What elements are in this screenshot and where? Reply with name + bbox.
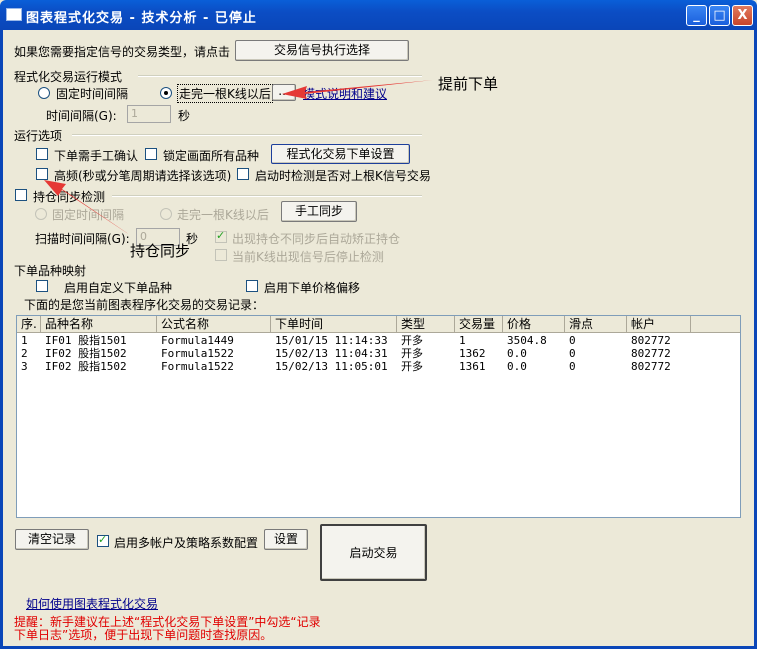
start-trading-button[interactable]: 启动交易: [320, 524, 427, 581]
signal-prompt: 如果您需要指定信号的交易类型，请点击: [14, 45, 231, 59]
signal-select-button[interactable]: 交易信号执行选择: [235, 40, 409, 61]
cell-price: 0.0: [507, 347, 527, 360]
cell-symbol: IF02 股指1502: [45, 360, 127, 373]
multi-account-settings-button[interactable]: 设置: [264, 529, 308, 550]
title-bar[interactable]: 图表程式化交易 - 技术分析 - 已停止 _ □ X: [0, 0, 757, 30]
col-header-volume[interactable]: 交易量: [455, 316, 503, 333]
price-offset-checkbox[interactable]: [246, 280, 258, 292]
mode-fixed-label: 固定时间间隔: [56, 87, 129, 101]
maximize-button[interactable]: □: [709, 5, 730, 26]
stop-check-checkbox[interactable]: [215, 249, 227, 261]
interval-label: 时间间隔(G):: [46, 109, 117, 123]
cell-slippage: 0: [569, 360, 576, 373]
col-header-index[interactable]: 序.: [17, 316, 41, 333]
cell-slippage: 0: [569, 347, 576, 360]
col-header-empty: [691, 316, 740, 333]
advance-order-annotation: 提前下单: [438, 75, 499, 93]
sync-fixed-radio[interactable]: [35, 208, 47, 220]
options-header: 运行选项: [14, 129, 63, 143]
manual-confirm-label: 下单需手工确认: [54, 149, 139, 163]
manual-confirm-checkbox[interactable]: [36, 148, 48, 160]
manual-sync-button[interactable]: 手工同步: [281, 201, 357, 222]
cell-symbol: IF01 股指1501: [45, 334, 127, 347]
cell-volume: 1: [459, 334, 466, 347]
cell-index: 3: [21, 360, 28, 373]
cell-type: 开多: [401, 347, 423, 360]
records-label: 下面的是您当前图表程序化交易的交易记录：: [24, 298, 265, 312]
col-header-price[interactable]: 价格: [503, 316, 565, 333]
options-divider: [72, 134, 422, 136]
auto-correct-label: 出现持仓不同步后自动矫正持仓: [232, 232, 401, 246]
sync-fixed-label: 固定时间间隔: [52, 208, 125, 222]
cell-slippage: 0: [569, 334, 576, 347]
cell-time: 15/02/13 11:04:31: [275, 347, 388, 360]
multi-account-label: 启用多帐户及策略系数配置: [114, 536, 259, 550]
lock-all-label: 锁定画面所有品种: [163, 149, 260, 163]
mode-more-button[interactable]: ...: [272, 84, 296, 101]
cell-type: 开多: [401, 360, 423, 373]
tip-line-2: 下单日志”选项，便于出现下单问题时查找原因。: [14, 628, 273, 642]
sync-kline-radio[interactable]: [160, 208, 172, 220]
cell-time: 15/01/15 11:14:33: [275, 334, 388, 347]
app-icon: [6, 8, 22, 21]
cell-price: 3504.8: [507, 334, 547, 347]
cell-volume: 1362: [459, 347, 486, 360]
interval-unit: 秒: [178, 109, 191, 123]
cell-formula: Formula1449: [161, 334, 234, 347]
clear-records-button[interactable]: 清空记录: [15, 529, 89, 550]
check-signal-checkbox[interactable]: [237, 168, 249, 180]
cell-index: 2: [21, 347, 28, 360]
mode-divider: [138, 75, 422, 77]
auto-correct-checkbox[interactable]: [215, 229, 227, 243]
col-header-slippage[interactable]: 滑点: [565, 316, 627, 333]
high-freq-checkbox[interactable]: [36, 168, 48, 180]
cell-formula: Formula1522: [161, 360, 234, 373]
mode-fixed-radio[interactable]: [38, 87, 50, 99]
check-signal-label: 启动时检测是否对上根K信号交易: [255, 169, 431, 183]
col-header-time[interactable]: 下单时间: [271, 316, 397, 333]
position-divider: [112, 195, 422, 197]
stop-check-label: 当前K线出现信号后停止检测: [232, 250, 384, 264]
col-header-formula[interactable]: 公式名称: [157, 316, 271, 333]
position-sync-checkbox[interactable]: [15, 189, 27, 201]
cell-account: 802772: [631, 347, 671, 360]
custom-symbol-label: 启用自定义下单品种: [64, 281, 173, 295]
minimize-button[interactable]: _: [686, 5, 707, 26]
mapping-header: 下单品种映射: [14, 264, 87, 278]
mode-kline-radio[interactable]: [160, 87, 172, 99]
window-title: 图表程式化交易 - 技术分析 - 已停止: [26, 11, 257, 26]
cell-formula: Formula1522: [161, 347, 234, 360]
scan-interval-label: 扫描时间间隔(G):: [35, 232, 130, 246]
custom-symbol-checkbox[interactable]: [36, 280, 48, 292]
cell-account: 802772: [631, 360, 671, 373]
multi-account-checkbox[interactable]: [97, 533, 109, 547]
price-offset-label: 启用下单价格偏移: [264, 281, 361, 295]
cell-index: 1: [21, 334, 28, 347]
trade-records-table[interactable]: 序. 品种名称 公式名称 下单时间 类型 交易量 价格 滑点 帐户 1 IF01…: [16, 315, 741, 518]
lock-all-checkbox[interactable]: [145, 148, 157, 160]
col-header-symbol[interactable]: 品种名称: [41, 316, 157, 333]
cell-time: 15/02/13 11:05:01: [275, 360, 388, 373]
cell-account: 802772: [631, 334, 671, 347]
interval-input[interactable]: 1: [127, 105, 171, 123]
high-freq-label: 高频(秒或分笔周期请选择该选项): [54, 169, 232, 183]
cell-symbol: IF02 股指1502: [45, 347, 127, 360]
window-frame-left: [0, 30, 3, 649]
cell-type: 开多: [401, 334, 423, 347]
mode-header: 程式化交易运行模式: [14, 70, 123, 84]
col-header-type[interactable]: 类型: [397, 316, 455, 333]
col-header-account[interactable]: 帐户: [627, 316, 691, 333]
cell-volume: 1361: [459, 360, 486, 373]
order-settings-button[interactable]: 程式化交易下单设置: [271, 144, 410, 164]
mode-kline-label: 走完一根K线以后: [177, 84, 273, 103]
mode-help-link[interactable]: 模式说明和建议: [303, 85, 387, 102]
position-sync-annotation: 持仓同步: [130, 242, 191, 260]
position-sync-header: 持仓同步检测: [33, 190, 106, 204]
cell-price: 0.0: [507, 360, 527, 373]
sync-kline-label: 走完一根K线以后: [177, 208, 269, 222]
help-usage-link[interactable]: 如何使用图表程式化交易: [26, 595, 158, 612]
close-button[interactable]: X: [732, 5, 753, 26]
